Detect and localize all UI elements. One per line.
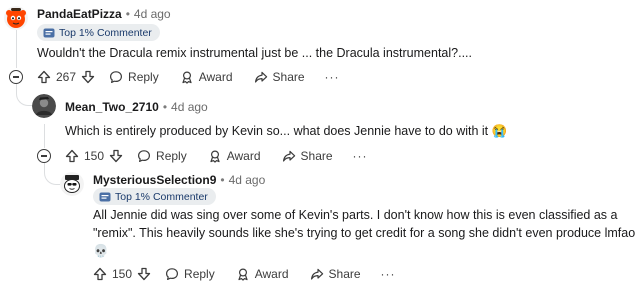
vote-count: 150 [84,149,105,163]
thread-branch-1 [16,84,32,106]
more-options-button[interactable]: ··· [325,70,340,84]
separator: • [220,173,225,187]
vote-count: 150 [112,267,133,281]
reply-button[interactable]: Reply [109,70,159,84]
collapse-minus-icon[interactable] [9,70,23,84]
thread-line-1 [16,30,17,68]
reply-label: Reply [184,267,215,281]
panda-avatar-icon [4,6,28,30]
reply-label: Reply [128,70,159,84]
share-arrow-icon [282,150,295,162]
speech-bubble-icon [166,268,179,280]
avatar[interactable] [32,94,56,118]
upvote-icon[interactable] [65,149,79,163]
comment-actions: 150 Reply Award Share ··· [93,264,396,284]
upvote-icon[interactable] [93,267,107,281]
comment-meta: Mean_Two_2710 • 4d ago [65,99,208,115]
commenter-badge-icon [99,192,111,201]
comment-body: Wouldn't the Dracula remix instrumental … [37,46,472,60]
comment-body-line-1: All Jennie did was sing over some of Kev… [93,208,618,222]
timestamp[interactable]: 4d ago [171,100,208,114]
comment-actions: 150 Reply Award Share ··· [65,146,368,166]
share-button[interactable]: Share [310,267,361,281]
thread-branch-2 [44,163,60,185]
comment-body: Which is entirely produced by Kevin so..… [65,124,508,138]
award-label: Award [198,70,233,84]
award-label: Award [226,149,261,163]
reply-button[interactable]: Reply [137,149,187,163]
award-button[interactable]: Award [208,149,261,163]
badge-label: Top 1% Commenter [115,190,208,203]
share-button[interactable]: Share [282,149,333,163]
user-photo-avatar-icon [32,94,56,118]
commenter-badge: Top 1% Commenter [37,24,160,41]
speech-bubble-icon [110,71,123,83]
share-label: Share [272,70,305,84]
commenter-badge: Top 1% Commenter [93,188,216,205]
badge-label: Top 1% Commenter [59,26,152,39]
share-arrow-icon [254,71,267,83]
comment-meta: MysteriousSelection9 • 4d ago [93,172,265,188]
award-icon [238,268,248,281]
vote-group: 267 [37,70,95,84]
more-options-button[interactable]: ··· [353,149,368,163]
snoo-sunglasses-avatar-icon [60,172,84,196]
award-button[interactable]: Award [236,267,289,281]
comment-meta: PandaEatPizza • 4d ago [37,6,171,22]
share-label: Share [300,149,333,163]
separator: • [125,7,130,21]
timestamp[interactable]: 4d ago [134,7,171,21]
separator: • [162,100,168,114]
award-icon [182,71,192,84]
timestamp[interactable]: 4d ago [229,173,266,187]
share-label: Share [328,267,361,281]
comment-actions: 267 Reply Award Share ··· [37,67,340,87]
more-options-button[interactable]: ··· [381,267,396,281]
vote-group: 150 [93,267,151,281]
vote-count: 267 [56,70,77,84]
award-label: Award [254,267,289,281]
avatar[interactable] [4,6,28,30]
award-icon [210,150,220,163]
downvote-icon[interactable] [81,70,95,84]
speech-bubble-icon [138,150,151,162]
vote-group: 150 [65,149,123,163]
award-button[interactable]: Award [180,70,233,84]
share-button[interactable]: Share [254,70,305,84]
thread-line-2 [44,124,45,148]
downvote-icon[interactable] [109,149,123,163]
collapse-minus-icon[interactable] [37,149,51,163]
avatar[interactable] [60,172,84,196]
username[interactable]: Mean_Two_2710 [65,100,159,114]
upvote-icon[interactable] [37,70,51,84]
reply-label: Reply [156,149,187,163]
reply-button[interactable]: Reply [165,267,215,281]
username[interactable]: PandaEatPizza [37,7,122,21]
downvote-icon[interactable] [137,267,151,281]
comment-body-line-2: "remix". This heavily sounds like she's … [93,226,636,240]
share-arrow-icon [310,268,323,280]
commenter-badge-icon [43,28,55,37]
comment-body-line-3: 💀 [93,244,109,258]
username[interactable]: MysteriousSelection9 [93,173,216,187]
